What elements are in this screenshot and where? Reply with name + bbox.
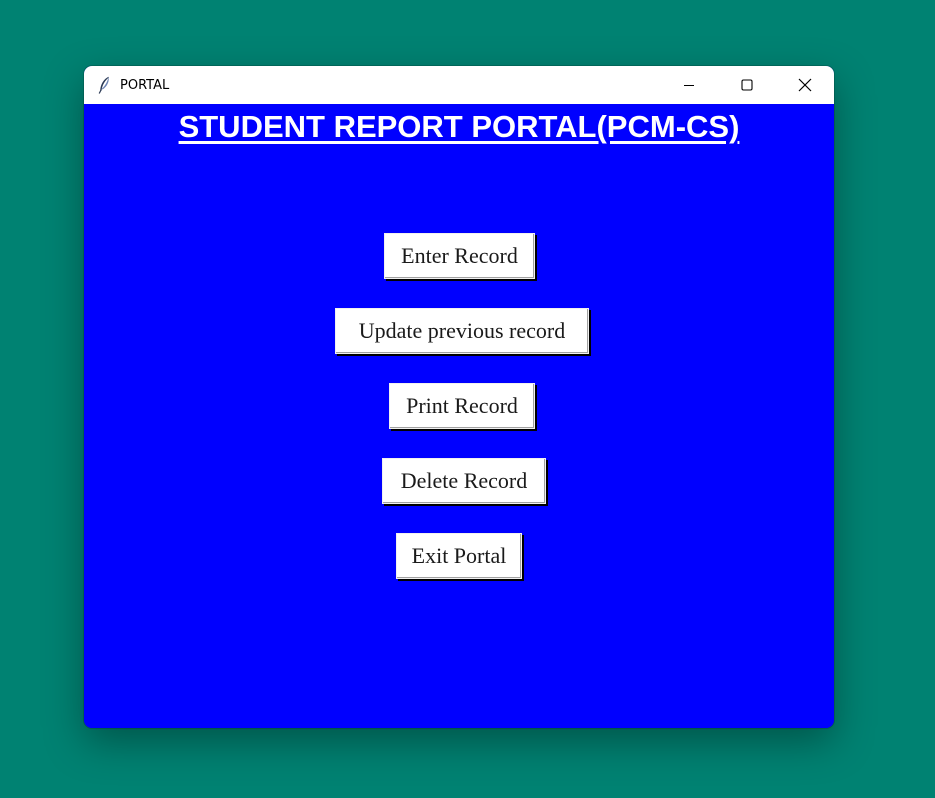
print-record-button[interactable]: Print Record — [389, 383, 535, 429]
minimize-button[interactable] — [660, 66, 718, 104]
window-controls — [660, 66, 834, 104]
delete-record-button[interactable]: Delete Record — [382, 458, 546, 504]
window-title: PORTAL — [120, 77, 170, 93]
update-record-button[interactable]: Update previous record — [335, 308, 589, 354]
page-title: STUDENT REPORT PORTAL(PCM-CS) — [178, 109, 740, 144]
app-window: PORTAL STUDENT REPORT PORTAL(PCM-CS) Ent… — [84, 66, 834, 728]
feather-icon — [96, 76, 112, 94]
portal-content: STUDENT REPORT PORTAL(PCM-CS) Enter Reco… — [84, 104, 834, 728]
close-button[interactable] — [776, 66, 834, 104]
close-icon — [798, 78, 812, 92]
enter-record-button[interactable]: Enter Record — [384, 233, 535, 279]
minimize-icon — [684, 85, 694, 86]
exit-portal-button[interactable]: Exit Portal — [396, 533, 522, 579]
maximize-button[interactable] — [718, 66, 776, 104]
title-bar[interactable]: PORTAL — [84, 66, 834, 104]
maximize-icon — [741, 79, 753, 91]
